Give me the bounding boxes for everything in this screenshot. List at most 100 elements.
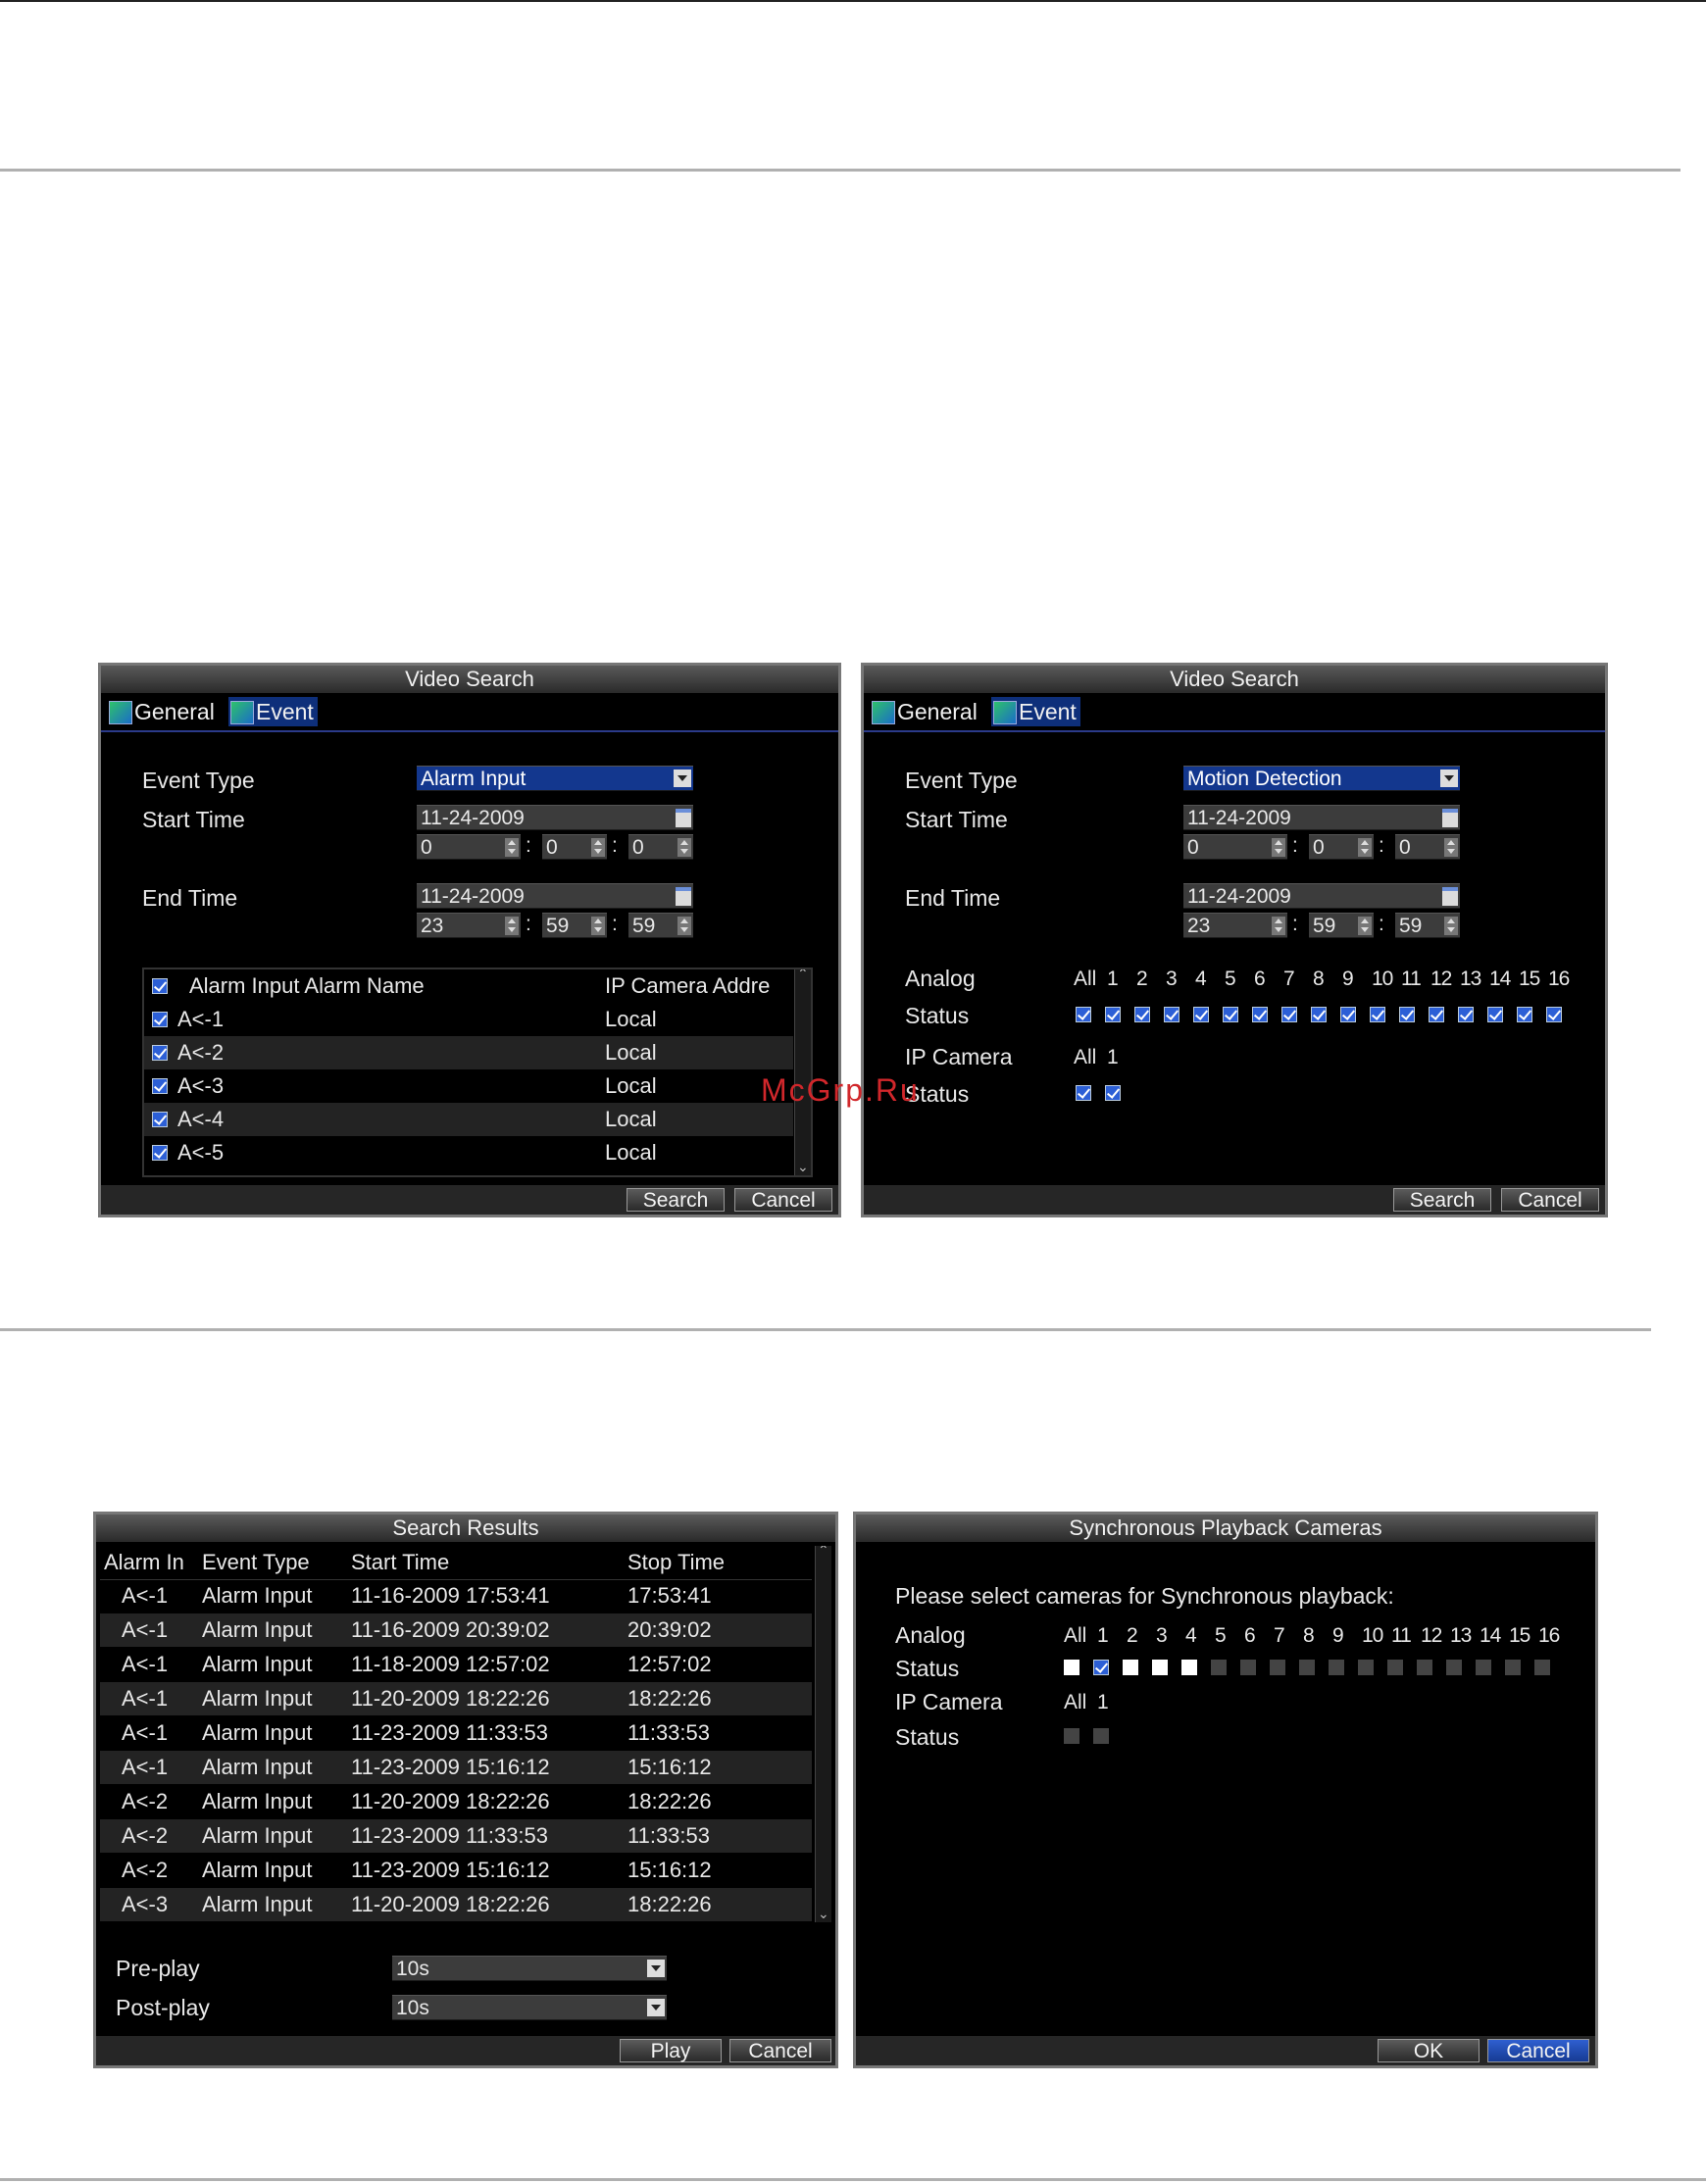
row-checkbox[interactable] (152, 1012, 168, 1027)
analog-channel-checkbox[interactable] (1193, 1007, 1209, 1022)
table-row[interactable]: A<-2 Alarm Input 11-20-2009 18:22:26 18:22:… (100, 1785, 812, 1818)
calendar-icon[interactable] (676, 887, 691, 906)
end-hour-spinner[interactable]: 23 (417, 913, 521, 938)
tab-general[interactable]: General (870, 697, 978, 726)
list-item[interactable]: A<-5 Local (144, 1136, 793, 1169)
start-second-spinner[interactable]: 0 (1395, 834, 1460, 860)
spinner-icon[interactable] (591, 917, 605, 935)
table-row[interactable]: A<-2 Alarm Input 11-23-2009 15:16:12 15:16:… (100, 1854, 812, 1887)
analog-channel-checkbox[interactable] (1240, 1660, 1256, 1675)
event-type-select[interactable]: Alarm Input (417, 766, 693, 791)
end-second-spinner[interactable]: 59 (628, 913, 693, 938)
calendar-icon[interactable] (676, 809, 691, 827)
ip-channel-checkbox[interactable] (1093, 1728, 1109, 1744)
search-button[interactable]: Search (627, 1188, 725, 1212)
spinner-icon[interactable] (1358, 917, 1372, 935)
analog-channel-checkbox[interactable] (1546, 1007, 1562, 1022)
analog-channel-checkbox[interactable] (1487, 1007, 1503, 1022)
postplay-select[interactable]: 10s (392, 1995, 667, 2020)
analog-channel-checkbox[interactable] (1340, 1007, 1356, 1022)
tab-event[interactable]: Event (228, 697, 318, 726)
end-date-field[interactable]: 11-24-2009 (417, 883, 693, 909)
cancel-button[interactable]: Cancel (1487, 2039, 1589, 2062)
calendar-icon[interactable] (1442, 809, 1458, 827)
analog-channel-checkbox[interactable] (1164, 1007, 1179, 1022)
analog-channel-checkbox[interactable] (1181, 1660, 1197, 1675)
start-hour-spinner[interactable]: 0 (417, 834, 521, 860)
analog-channel-checkbox[interactable] (1429, 1007, 1444, 1022)
ok-button[interactable]: OK (1378, 2039, 1480, 2062)
table-row[interactable]: A<-1 Alarm Input 11-20-2009 18:22:26 18:22:… (100, 1682, 812, 1715)
analog-channel-checkbox[interactable] (1134, 1007, 1150, 1022)
analog-channel-checkbox[interactable] (1152, 1660, 1168, 1675)
analog-channel-checkbox[interactable] (1270, 1660, 1285, 1675)
analog-channel-checkbox[interactable] (1446, 1660, 1462, 1675)
end-second-spinner[interactable]: 59 (1395, 913, 1460, 938)
ip-all-checkbox[interactable] (1076, 1085, 1091, 1101)
results-scrollbar[interactable] (815, 1546, 831, 1922)
start-second-spinner[interactable]: 0 (628, 834, 693, 860)
cancel-button[interactable]: Cancel (729, 2039, 831, 2062)
event-type-select[interactable]: Motion Detection (1183, 766, 1460, 791)
play-button[interactable]: Play (620, 2039, 722, 2062)
end-minute-spinner[interactable]: 59 (1309, 913, 1374, 938)
end-date-field[interactable]: 11-24-2009 (1183, 883, 1460, 909)
spinner-icon[interactable] (1358, 838, 1372, 857)
start-date-field[interactable]: 11-24-2009 (417, 805, 693, 830)
list-item[interactable]: A<-3 Local (144, 1069, 793, 1103)
analog-channel-checkbox[interactable] (1417, 1660, 1432, 1675)
table-row[interactable]: A<-3 Alarm Input 11-20-2009 18:22:26 18:22:… (100, 1888, 812, 1921)
analog-channel-checkbox[interactable] (1329, 1660, 1344, 1675)
analog-channel-checkbox[interactable] (1387, 1660, 1403, 1675)
list-item[interactable]: A<-1 Local (144, 1003, 793, 1036)
ip-all-checkbox[interactable] (1064, 1728, 1079, 1744)
spinner-icon[interactable] (677, 917, 691, 935)
table-row[interactable]: A<-1 Alarm Input 11-16-2009 17:53:41 17:53:… (100, 1579, 812, 1613)
analog-channel-checkbox[interactable] (1105, 1007, 1121, 1022)
end-hour-spinner[interactable]: 23 (1183, 913, 1287, 938)
analog-channel-checkbox[interactable] (1517, 1007, 1532, 1022)
spinner-icon[interactable] (1444, 838, 1458, 857)
row-checkbox[interactable] (152, 1145, 168, 1161)
spinner-icon[interactable] (505, 838, 519, 857)
table-row[interactable]: A<-1 Alarm Input 11-23-2009 11:33:53 11:33:… (100, 1716, 812, 1750)
analog-channel-checkbox[interactable] (1311, 1007, 1327, 1022)
spinner-icon[interactable] (591, 838, 605, 857)
analog-channel-checkbox[interactable] (1358, 1660, 1374, 1675)
calendar-icon[interactable] (1442, 887, 1458, 906)
row-checkbox[interactable] (152, 1078, 168, 1094)
spinner-icon[interactable] (677, 838, 691, 857)
start-date-field[interactable]: 11-24-2009 (1183, 805, 1460, 830)
spinner-icon[interactable] (1444, 917, 1458, 935)
start-minute-spinner[interactable]: 0 (542, 834, 607, 860)
table-row[interactable]: A<-1 Alarm Input 11-18-2009 12:57:02 12:57:… (100, 1648, 812, 1681)
analog-channel-checkbox[interactable] (1505, 1660, 1521, 1675)
tab-general[interactable]: General (107, 697, 215, 726)
row-checkbox[interactable] (152, 1112, 168, 1127)
cancel-button[interactable]: Cancel (734, 1188, 832, 1212)
list-item[interactable]: A<-4 Local (144, 1103, 793, 1136)
analog-channel-checkbox[interactable] (1458, 1007, 1474, 1022)
analog-channel-checkbox[interactable] (1534, 1660, 1550, 1675)
analog-channel-checkbox[interactable] (1476, 1660, 1491, 1675)
analog-channel-checkbox[interactable] (1370, 1007, 1385, 1022)
analog-channel-checkbox[interactable] (1281, 1007, 1297, 1022)
spinner-icon[interactable] (1272, 838, 1285, 857)
spinner-icon[interactable] (1272, 917, 1285, 935)
table-row[interactable]: A<-1 Alarm Input 11-16-2009 20:39:02 20:39:… (100, 1613, 812, 1647)
analog-channel-checkbox[interactable] (1399, 1007, 1415, 1022)
analog-all-checkbox[interactable] (1064, 1660, 1079, 1675)
tab-event[interactable]: Event (991, 697, 1080, 726)
end-minute-spinner[interactable]: 59 (542, 913, 607, 938)
start-minute-spinner[interactable]: 0 (1309, 834, 1374, 860)
cancel-button[interactable]: Cancel (1501, 1188, 1599, 1212)
list-item[interactable]: A<-2 Local (144, 1036, 793, 1069)
analog-all-checkbox[interactable] (1076, 1007, 1091, 1022)
ip-channel-checkbox[interactable] (1105, 1085, 1121, 1101)
table-row[interactable]: A<-2 Alarm Input 11-23-2009 11:33:53 11:33:… (100, 1819, 812, 1853)
search-button[interactable]: Search (1393, 1188, 1491, 1212)
analog-channel-checkbox[interactable] (1123, 1660, 1138, 1675)
analog-channel-checkbox[interactable] (1299, 1660, 1315, 1675)
start-hour-spinner[interactable]: 0 (1183, 834, 1287, 860)
row-checkbox[interactable] (152, 1045, 168, 1061)
